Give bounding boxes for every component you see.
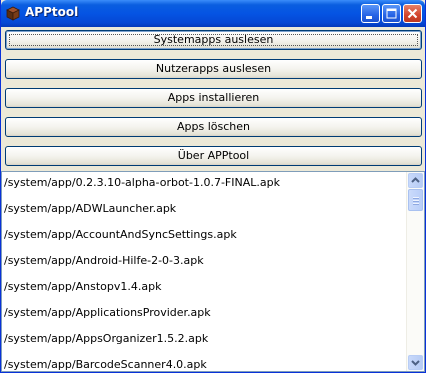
title-bar[interactable]: APPtool — [1, 0, 425, 27]
list-item[interactable]: /system/app/AccountAndSyncSettings.apk — [4, 228, 237, 242]
list-item[interactable]: /system/app/0.2.3.10-alpha-orbot-1.0.7-F… — [4, 176, 280, 190]
grip-line — [413, 197, 419, 199]
app-cube-icon — [6, 6, 20, 21]
app-listbox[interactable]: /system/app/0.2.3.10-alpha-orbot-1.0.7-F… — [1, 171, 425, 372]
list-item[interactable]: /system/app/ADWLauncher.apk — [4, 202, 176, 216]
window-title: APPtool — [25, 5, 79, 19]
list-item[interactable]: /system/app/AppsOrganizer1.5.2.apk — [4, 332, 208, 346]
about-button[interactable]: Über APPtool — [5, 146, 422, 166]
scrollbar-thumb[interactable] — [408, 189, 423, 211]
chevron-down-icon — [411, 360, 420, 366]
grip-line — [413, 203, 419, 205]
list-item[interactable]: /system/app/Android-Hilfe-2-0-3.apk — [4, 254, 204, 268]
list-item[interactable]: /system/app/ApplicationsProvider.apk — [4, 306, 211, 320]
scroll-up-button[interactable] — [408, 173, 423, 188]
grip-line — [413, 200, 419, 202]
maximize-icon — [386, 8, 397, 19]
list-item[interactable]: /system/app/BarcodeScanner4.0.apk — [4, 358, 207, 371]
close-icon — [407, 8, 418, 19]
systemapps-button[interactable]: Systemapps auslesen — [5, 30, 422, 50]
close-button[interactable] — [403, 4, 422, 23]
delete-apps-button[interactable]: Apps löschen — [5, 117, 422, 137]
vertical-scrollbar[interactable] — [406, 172, 424, 371]
nutzerapps-button[interactable]: Nutzerapps auslesen — [5, 59, 422, 79]
list-item[interactable]: /system/app/Anstopv1.4.apk — [4, 280, 161, 294]
install-apps-button[interactable]: Apps installieren — [5, 88, 422, 108]
maximize-button[interactable] — [382, 4, 401, 23]
scroll-down-button[interactable] — [408, 355, 423, 370]
minimize-icon — [366, 16, 372, 19]
minimize-button[interactable] — [361, 4, 380, 23]
chevron-up-icon — [411, 177, 420, 183]
app-window: APPtool Systemapps auslesen Nutzerapps a… — [0, 0, 426, 373]
